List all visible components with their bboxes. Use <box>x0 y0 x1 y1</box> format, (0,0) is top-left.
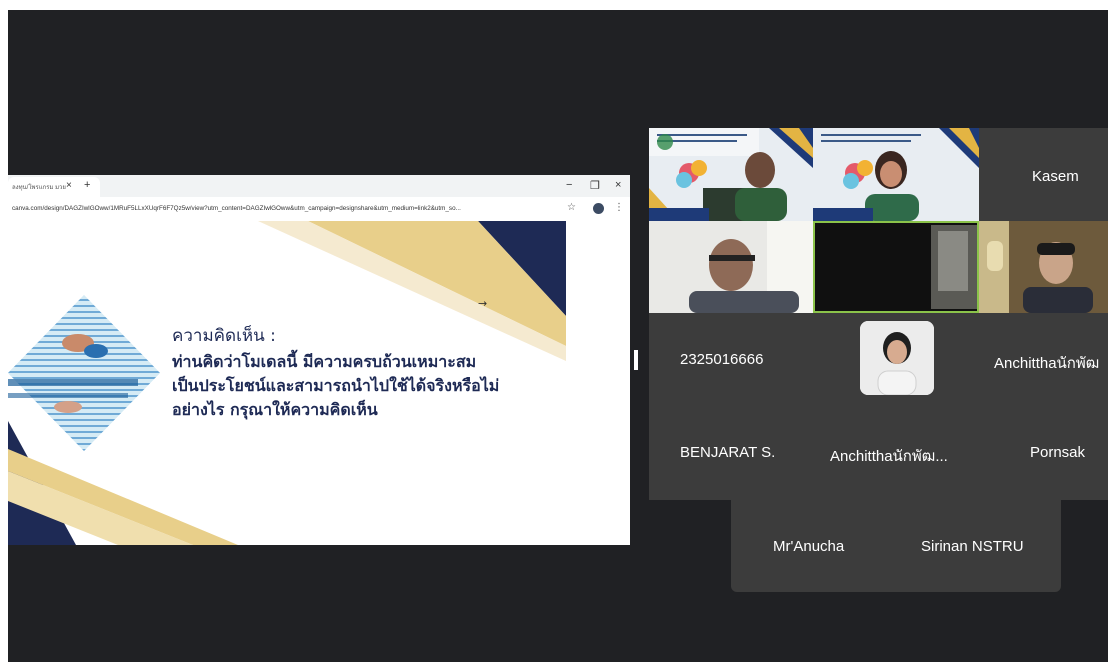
browser-tab-bar: ลงทุน/โพรแกรม มวย × + − ❐ × <box>8 175 630 197</box>
meeting-stage: ลงทุน/โพรแกรม มวย × + − ❐ × canva.com/de… <box>8 10 1108 662</box>
video-tile-presenter-1[interactable] <box>649 128 813 221</box>
video-tile-active-speaker[interactable] <box>813 221 979 313</box>
bookmark-star-icon[interactable]: ☆ <box>567 202 576 213</box>
participant-gallery-bottom-row: Mr'Anucha Sirinan NSTRU <box>731 500 1061 592</box>
minimize-icon[interactable]: − <box>566 179 572 191</box>
browser-menu-icon[interactable]: ⋮ <box>614 202 624 213</box>
video-tile-presenter-2[interactable] <box>813 128 979 221</box>
tab-title: ลงทุน/โพรแกรม มวย <box>12 185 66 191</box>
slide-title: ความคิดเห็น : <box>172 326 276 346</box>
profile-photo-tile[interactable] <box>860 321 934 395</box>
participant-avatar <box>860 321 934 395</box>
next-arrow-icon[interactable]: → <box>478 297 487 310</box>
panel-divider-handle[interactable] <box>634 350 638 370</box>
participant-name: Kasem <box>1032 168 1079 185</box>
participant-name: 2325016666 <box>680 351 764 368</box>
slide-line-3: อย่างไร กรุณาให้ความคิดเห็น <box>172 400 378 419</box>
participant-name: BENJARAT S. <box>680 444 776 461</box>
participant-video <box>649 128 813 221</box>
profile-avatar-icon[interactable] <box>593 203 604 214</box>
window-close-icon[interactable]: × <box>615 179 621 191</box>
participant-name: Sirinan NSTRU <box>921 538 1024 555</box>
participant-name: Anchitthaนักพัฒ... <box>830 448 948 465</box>
presentation-slide: → ความคิดเห็น : ท่านคิดว่าโมเดลนี้ มีควา… <box>8 221 566 545</box>
participant-name: Mr'Anucha <box>773 538 845 555</box>
swimmer-photo <box>8 295 160 451</box>
slide-line-1: ท่านคิดว่าโมเดลนี้ มีความครบถ้วนเหมาะสม <box>172 352 477 371</box>
participant-name: Anchitthaนักพัฒ <box>994 355 1100 372</box>
address-bar[interactable]: canva.com/design/DAGZIwlGOww/1MRuF5LLxXU… <box>8 197 630 222</box>
participant-video <box>649 221 813 313</box>
video-tile-young-man[interactable] <box>979 221 1108 313</box>
video-tile-older-man[interactable] <box>649 221 813 313</box>
slide-line-2: เป็นประโยชน์และสามารถนำไปใช้ได้จริงหรือไ… <box>172 376 500 395</box>
participant-name: Pornsak <box>1030 444 1086 461</box>
browser-blank-area <box>566 221 630 545</box>
shared-screen: ลงทุน/โพรแกรม มวย × + − ❐ × canva.com/de… <box>8 175 630 545</box>
participant-video <box>979 221 1108 313</box>
participant-gallery: Kasem 2325016666 Anchitthaนักพัฒ BENJARA… <box>649 128 1108 500</box>
tab-close-icon[interactable]: × <box>66 180 72 191</box>
participant-video <box>813 128 979 221</box>
participant-video <box>813 221 979 313</box>
restore-icon[interactable]: ❐ <box>590 179 600 192</box>
new-tab-icon[interactable]: + <box>84 179 90 191</box>
video-tile-kasem[interactable]: Kasem <box>979 128 1108 221</box>
url-text[interactable]: canva.com/design/DAGZIwlGOww/1MRuF5LLxXU… <box>12 205 560 212</box>
